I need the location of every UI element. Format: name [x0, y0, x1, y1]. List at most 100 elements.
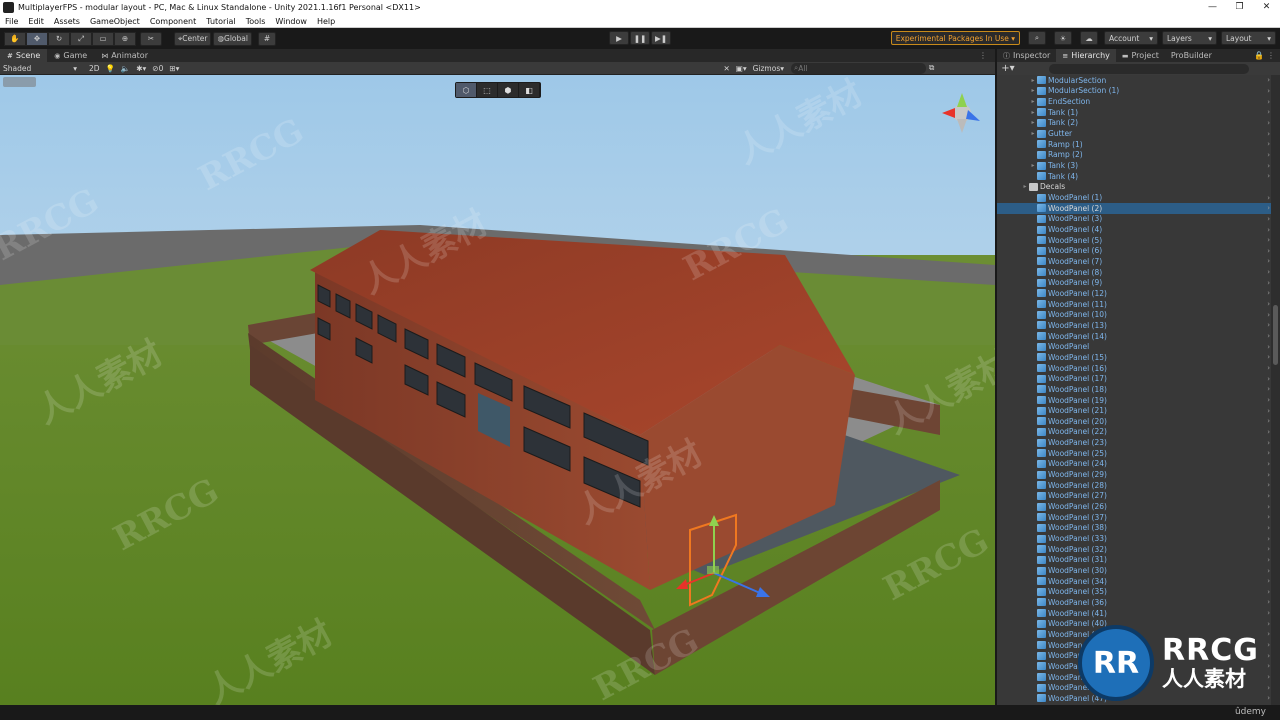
open-prefab-chevron-icon[interactable]: ›: [1267, 545, 1270, 553]
open-prefab-chevron-icon[interactable]: ›: [1267, 151, 1270, 159]
open-prefab-chevron-icon[interactable]: ›: [1267, 694, 1270, 702]
expand-arrow-icon[interactable]: ▸: [1029, 77, 1037, 84]
open-prefab-chevron-icon[interactable]: ›: [1267, 321, 1270, 329]
open-prefab-chevron-icon[interactable]: ›: [1267, 300, 1270, 308]
hierarchy-row[interactable]: WoodPanel (35) ›: [997, 587, 1280, 598]
camera-icon[interactable]: ▣▾: [733, 63, 750, 74]
open-prefab-chevron-icon[interactable]: ›: [1267, 268, 1270, 276]
menu-tools[interactable]: Tools: [241, 17, 271, 26]
move-tool-icon[interactable]: ✥: [26, 31, 48, 46]
hierarchy-row[interactable]: WoodPanel (20) ›: [997, 416, 1280, 427]
hierarchy-row[interactable]: WoodPanel (41) ›: [997, 608, 1280, 619]
hierarchy-row[interactable]: WoodPanel (33) ›: [997, 533, 1280, 544]
menu-file[interactable]: File: [0, 17, 23, 26]
hierarchy-row[interactable]: WoodPanel (17) ›: [997, 373, 1280, 384]
open-prefab-chevron-icon[interactable]: ›: [1267, 375, 1270, 383]
search-icon[interactable]: ⌕: [1028, 31, 1046, 45]
hierarchy-row[interactable]: WoodPanel (25) ›: [997, 448, 1280, 459]
open-prefab-chevron-icon[interactable]: ›: [1267, 279, 1270, 287]
open-prefab-chevron-icon[interactable]: ›: [1267, 396, 1270, 404]
expand-arrow-icon[interactable]: ▸: [1029, 130, 1037, 137]
hierarchy-row[interactable]: WoodPanel (43) ›: [997, 650, 1280, 661]
tab-project[interactable]: ▬ Project: [1116, 49, 1165, 62]
hierarchy-row[interactable]: WoodPanel (36) ›: [997, 597, 1280, 608]
audio-icon[interactable]: 🔈: [118, 63, 133, 74]
custom-tool-icon[interactable]: ✂: [140, 31, 162, 46]
hierarchy-row[interactable]: WoodPanel (15) ›: [997, 352, 1280, 363]
menu-assets[interactable]: Assets: [49, 17, 85, 26]
open-prefab-chevron-icon[interactable]: ›: [1267, 172, 1270, 180]
hierarchy-row[interactable]: WoodPanel (10) ›: [997, 309, 1280, 320]
hierarchy-row[interactable]: ▸ Tank (1) ›: [997, 107, 1280, 118]
experimental-packages-button[interactable]: Experimental Packages In Use ▾: [890, 31, 1020, 45]
menu-gameobject[interactable]: GameObject: [85, 17, 145, 26]
hierarchy-row[interactable]: ▸ Tank (2) ›: [997, 118, 1280, 129]
lighting-icon[interactable]: 💡: [103, 63, 118, 74]
open-prefab-chevron-icon[interactable]: ›: [1267, 662, 1270, 670]
hierarchy-row[interactable]: WoodPanel (14) ›: [997, 331, 1280, 342]
expand-arrow-icon[interactable]: ▸: [1029, 119, 1037, 126]
hierarchy-row[interactable]: WoodPanel (29) ›: [997, 469, 1280, 480]
hierarchy-row[interactable]: WoodPanel (45) ›: [997, 672, 1280, 683]
hierarchy-row[interactable]: Tank (4) ›: [997, 171, 1280, 182]
scrollbar-thumb[interactable]: [1273, 305, 1278, 365]
expand-arrow-icon[interactable]: ▸: [1029, 87, 1037, 94]
open-prefab-chevron-icon[interactable]: ›: [1267, 588, 1270, 596]
open-prefab-chevron-icon[interactable]: ›: [1267, 439, 1270, 447]
expand-arrow-icon[interactable]: ▸: [1029, 98, 1037, 105]
scene-viewport[interactable]: ⬡ ⬚ ⬢ ◧ RRCG 人人素材 RRCG 人人素材 RRCG 人人素材 RR…: [0, 75, 995, 705]
add-object-icon[interactable]: +▾: [997, 63, 1019, 74]
hierarchy-row[interactable]: WoodPanel (31) ›: [997, 555, 1280, 566]
open-prefab-chevron-icon[interactable]: ›: [1267, 471, 1270, 479]
hierarchy-row[interactable]: ▸ ModularSection (1) ›: [997, 86, 1280, 97]
open-prefab-chevron-icon[interactable]: ›: [1267, 503, 1270, 511]
open-prefab-chevron-icon[interactable]: ›: [1267, 598, 1270, 606]
expand-arrow-icon[interactable]: ▸: [1021, 183, 1029, 190]
hierarchy-row[interactable]: WoodPanel (21) ›: [997, 405, 1280, 416]
open-prefab-chevron-icon[interactable]: ›: [1267, 481, 1270, 489]
open-prefab-chevron-icon[interactable]: ›: [1267, 332, 1270, 340]
open-prefab-chevron-icon[interactable]: ›: [1267, 87, 1270, 95]
hierarchy-row[interactable]: WoodPanel (32) ›: [997, 544, 1280, 555]
hierarchy-row[interactable]: WoodPanel (46) ›: [997, 682, 1280, 693]
rotate-tool-icon[interactable]: ↻: [48, 31, 70, 46]
hierarchy-row[interactable]: WoodPanel (23) ›: [997, 437, 1280, 448]
vertex-mode-icon[interactable]: ⬚: [477, 83, 498, 97]
tab-animator[interactable]: ⋈ Animator: [94, 49, 155, 62]
scale-tool-icon[interactable]: ⤢: [70, 31, 92, 46]
open-prefab-chevron-icon[interactable]: ›: [1267, 289, 1270, 297]
tab-game[interactable]: ◉ Game: [47, 49, 94, 62]
object-mode-icon[interactable]: ⬡: [456, 83, 477, 97]
pause-icon[interactable]: ❚❚: [630, 31, 650, 45]
pivot-center-button[interactable]: ⌖ Center: [174, 31, 212, 46]
open-prefab-chevron-icon[interactable]: ›: [1267, 417, 1270, 425]
tab-hierarchy[interactable]: ≡ Hierarchy: [1056, 49, 1116, 62]
open-prefab-chevron-icon[interactable]: ›: [1267, 577, 1270, 585]
gizmos-dropdown[interactable]: Gizmos ▾: [750, 63, 787, 74]
open-prefab-chevron-icon[interactable]: ›: [1267, 385, 1270, 393]
panel-menu-icon[interactable]: ⋮: [1267, 51, 1275, 60]
open-prefab-chevron-icon[interactable]: ›: [1267, 236, 1270, 244]
open-prefab-chevron-icon[interactable]: ›: [1267, 311, 1270, 319]
open-prefab-chevron-icon[interactable]: ›: [1267, 353, 1270, 361]
hierarchy-row[interactable]: WoodPanel (9) ›: [997, 277, 1280, 288]
open-prefab-chevron-icon[interactable]: ›: [1267, 609, 1270, 617]
open-prefab-chevron-icon[interactable]: ›: [1267, 652, 1270, 660]
menu-component[interactable]: Component: [145, 17, 201, 26]
hierarchy-search-input[interactable]: [1049, 63, 1249, 74]
open-prefab-chevron-icon[interactable]: ›: [1267, 407, 1270, 415]
hierarchy-row[interactable]: WoodPanel (8) ›: [997, 267, 1280, 278]
hierarchy-row[interactable]: WoodPanel (28) ›: [997, 480, 1280, 491]
hierarchy-row[interactable]: ▸ EndSection ›: [997, 96, 1280, 107]
mode-2d-toggle[interactable]: 2D: [86, 63, 103, 74]
hierarchy-row[interactable]: WoodPanel (38) ›: [997, 523, 1280, 534]
open-prefab-chevron-icon[interactable]: ›: [1267, 449, 1270, 457]
grid-icon[interactable]: ⊞▾: [166, 63, 182, 74]
hierarchy-row[interactable]: ▸ Tank (3) ›: [997, 160, 1280, 171]
hierarchy-row[interactable]: WoodPanel (12) ›: [997, 288, 1280, 299]
scene-search-input[interactable]: ⌕ All: [791, 62, 926, 74]
menu-tutorial[interactable]: Tutorial: [201, 17, 240, 26]
open-prefab-chevron-icon[interactable]: ›: [1267, 257, 1270, 265]
open-prefab-chevron-icon[interactable]: ›: [1267, 428, 1270, 436]
hierarchy-row[interactable]: WoodPanel (19) ›: [997, 395, 1280, 406]
